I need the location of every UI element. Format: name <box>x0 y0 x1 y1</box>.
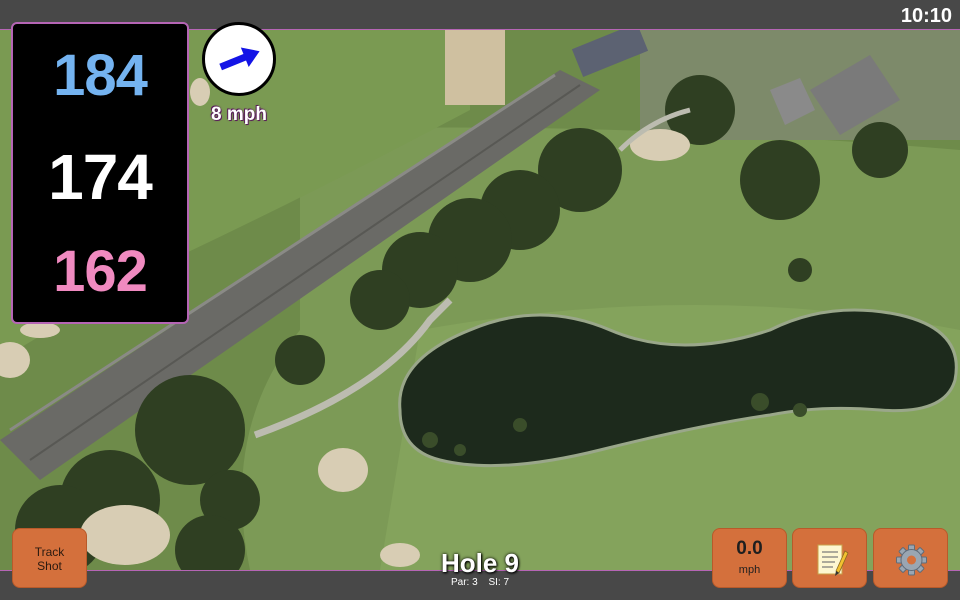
hole-stroke-index: SI: 7 <box>488 577 510 588</box>
gear-icon <box>896 544 927 576</box>
track-shot-label: Track Shot <box>34 545 65 573</box>
speed-unit: mph <box>738 564 761 576</box>
back-distance: 184 <box>53 43 148 108</box>
notepad-icon <box>817 544 849 576</box>
clock: 10:10 <box>900 5 952 27</box>
distance-panel: 184 174 162 <box>11 22 189 324</box>
hole-par: Par: 3 <box>450 577 478 588</box>
hole-title: Hole 9 <box>440 548 520 578</box>
wind-dial <box>202 22 276 96</box>
center-distance: 174 <box>48 141 153 213</box>
wind-arrow-icon <box>219 47 260 71</box>
speed-button[interactable]: 0.0 mph <box>712 528 787 588</box>
notes-button[interactable] <box>792 528 867 588</box>
front-distance: 162 <box>53 239 148 304</box>
speed-value: 0.0 <box>736 538 763 559</box>
settings-button[interactable] <box>873 528 948 588</box>
hole-meta: Par: 3 SI: 7 <box>380 577 580 588</box>
app-screen: 10:10 184 174 162 8 mph Track Shot Hole … <box>0 0 960 600</box>
track-shot-button[interactable]: Track Shot <box>12 528 87 588</box>
wind-speed: 8 mph <box>211 104 267 125</box>
